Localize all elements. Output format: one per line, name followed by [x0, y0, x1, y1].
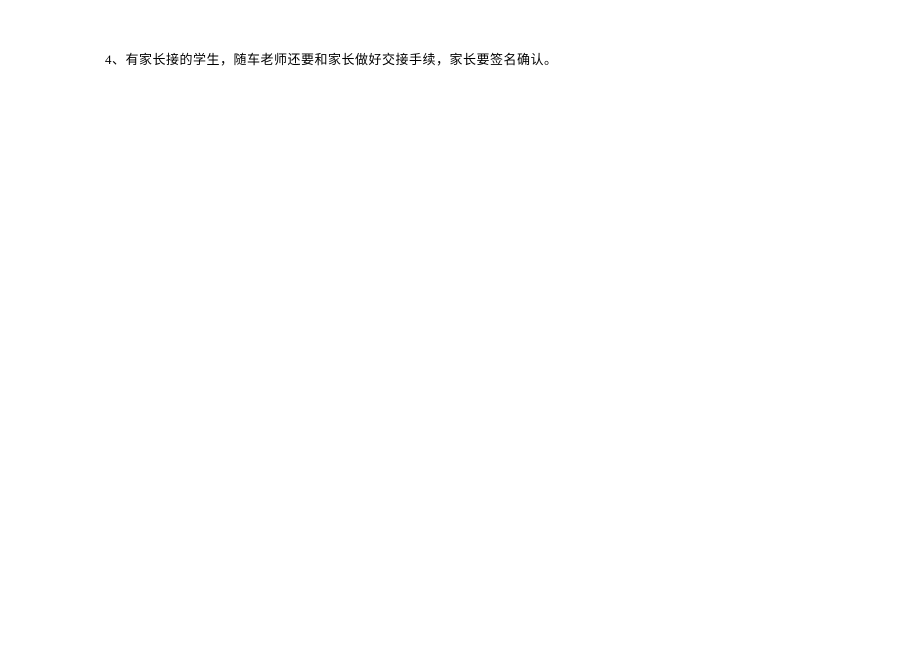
document-page: 4、有家长接的学生，随车老师还要和家长做好交接手续，家长要签名确认。: [0, 0, 920, 651]
paragraph-item-4: 4、有家长接的学生，随车老师还要和家长做好交接手续，家长要签名确认。: [105, 50, 815, 71]
